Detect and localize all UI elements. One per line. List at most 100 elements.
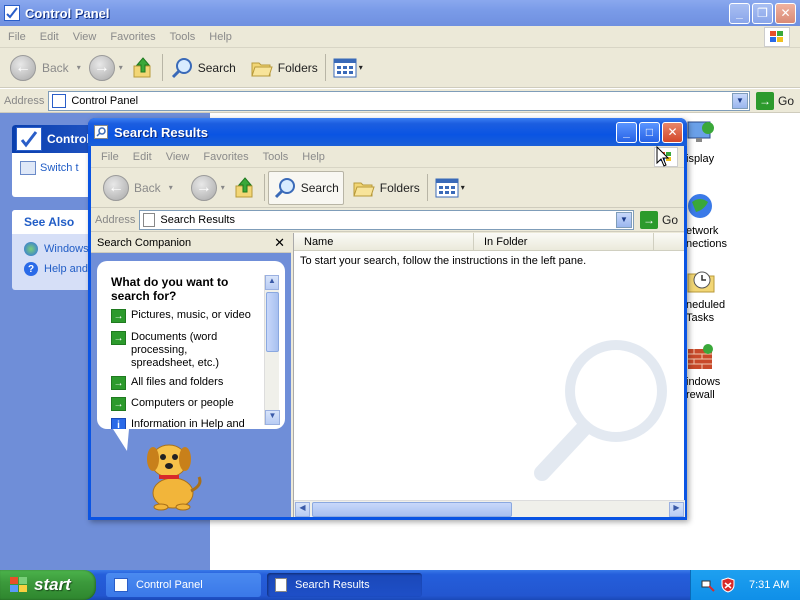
minimize-button[interactable]: _ bbox=[729, 2, 750, 24]
hscroll-thumb[interactable] bbox=[312, 502, 512, 517]
green-arrow-icon: → bbox=[111, 376, 126, 390]
control-panel-item-firewall[interactable]: indows rewall bbox=[686, 343, 796, 402]
up-folder-icon bbox=[133, 56, 151, 77]
up-folder-button[interactable] bbox=[229, 168, 261, 207]
search-option-help[interactable]: i Information in Help and bbox=[111, 418, 261, 429]
menu-help[interactable]: Help bbox=[302, 151, 325, 163]
menu-edit[interactable]: Edit bbox=[40, 31, 59, 43]
see-also-title: See Also bbox=[24, 215, 75, 229]
views-dropdown-icon: ▾ bbox=[460, 183, 465, 192]
clock[interactable]: 7:31 AM bbox=[749, 579, 789, 591]
views-button[interactable]: ▾ bbox=[431, 168, 469, 207]
address-label: Address bbox=[4, 94, 45, 107]
up-folder-button[interactable] bbox=[127, 48, 159, 87]
mouse-cursor-icon bbox=[656, 146, 670, 167]
bubble-tail bbox=[112, 429, 138, 451]
toolbar-separator bbox=[263, 173, 265, 202]
search-bubble: What do you want to search for? → Pictur… bbox=[97, 261, 285, 429]
search-button[interactable]: Search bbox=[166, 48, 240, 87]
back-button[interactable]: ← Back ▾ bbox=[99, 168, 177, 207]
task-control-panel[interactable]: Control Panel bbox=[106, 573, 261, 597]
forward-dropdown-icon[interactable]: ▾ bbox=[119, 63, 123, 72]
results-pane: Name In Folder To start your search, fol… bbox=[293, 233, 685, 517]
security-shield-icon[interactable] bbox=[721, 577, 735, 593]
back-arrow-icon: ← bbox=[10, 54, 36, 81]
control-panel-item-display[interactable]: isplay bbox=[686, 118, 796, 165]
column-in-folder[interactable]: In Folder bbox=[474, 233, 654, 250]
minimize-button[interactable]: _ bbox=[616, 121, 637, 143]
search-question: What do you want to search for? bbox=[111, 275, 229, 303]
go-button[interactable]: → Go bbox=[750, 89, 800, 112]
scroll-up-arrow[interactable]: ▲ bbox=[265, 275, 279, 290]
control-panel-window-icon bbox=[4, 5, 20, 21]
address-field[interactable]: Search Results ▼ bbox=[139, 209, 634, 230]
control-panel-item-network[interactable]: etwork nections bbox=[686, 192, 796, 251]
control-panel-item-scheduled-tasks[interactable]: neduled Tasks bbox=[686, 266, 796, 325]
go-button[interactable]: → Go bbox=[634, 208, 684, 231]
magnifier-watermark-icon bbox=[534, 340, 667, 481]
start-label: start bbox=[34, 575, 71, 594]
bubble-scrollbar[interactable]: ▲ ▼ bbox=[264, 275, 280, 425]
control-panel-title: Control Panel bbox=[25, 5, 110, 21]
scroll-right-arrow[interactable]: ▶ bbox=[669, 502, 684, 517]
column-name[interactable]: Name bbox=[294, 233, 474, 250]
search-option-all-files[interactable]: → All files and folders bbox=[111, 376, 261, 390]
toolbar-separator bbox=[426, 173, 428, 202]
search-icon bbox=[171, 57, 192, 78]
start-button[interactable]: start bbox=[0, 570, 96, 600]
forward-button[interactable]: → ▾ bbox=[187, 168, 229, 207]
green-arrow-icon: → bbox=[111, 309, 126, 323]
control-panel-titlebar[interactable]: Control Panel _ ❐ ✕ bbox=[0, 0, 800, 26]
search-results-titlebar[interactable]: Search Results _ □ ✕ bbox=[88, 118, 687, 146]
address-dropdown-icon[interactable]: ▼ bbox=[731, 92, 748, 109]
folders-button[interactable]: Folders bbox=[348, 168, 424, 207]
back-dropdown-icon[interactable]: ▾ bbox=[77, 63, 81, 72]
menu-edit[interactable]: Edit bbox=[133, 151, 152, 163]
address-field[interactable]: Control Panel ▼ bbox=[48, 90, 750, 111]
views-icon bbox=[435, 178, 459, 197]
menu-tools[interactable]: Tools bbox=[263, 151, 289, 163]
menu-favorites[interactable]: Favorites bbox=[203, 151, 248, 163]
menu-help[interactable]: Help bbox=[209, 31, 232, 43]
search-option-pictures[interactable]: → Pictures, music, or video bbox=[111, 309, 261, 323]
views-button[interactable]: ▾ bbox=[329, 48, 367, 87]
folders-icon bbox=[251, 62, 273, 76]
help-info-icon: i bbox=[111, 418, 126, 429]
windows-update-icon bbox=[24, 242, 38, 256]
back-dropdown-icon[interactable]: ▾ bbox=[169, 183, 173, 192]
close-companion-icon[interactable]: ✕ bbox=[274, 235, 285, 251]
system-tray: 7:31 AM bbox=[690, 570, 800, 600]
address-dropdown-icon[interactable]: ▼ bbox=[615, 211, 632, 228]
menu-file[interactable]: File bbox=[101, 151, 119, 163]
green-arrow-icon: → bbox=[111, 331, 126, 345]
task-search-results[interactable]: Search Results bbox=[267, 573, 422, 597]
control-panel-menubar: File Edit View Favorites Tools Help bbox=[0, 26, 800, 48]
control-panel-addressbar: Address Control Panel ▼ → Go bbox=[0, 89, 800, 113]
scroll-thumb[interactable] bbox=[266, 292, 279, 352]
scroll-left-arrow[interactable]: ◀ bbox=[295, 502, 310, 517]
menu-view[interactable]: View bbox=[166, 151, 190, 163]
network-tray-icon[interactable] bbox=[701, 578, 715, 592]
forward-button[interactable]: → ▾ bbox=[85, 48, 127, 87]
close-button[interactable]: ✕ bbox=[775, 2, 796, 24]
maximize-button[interactable]: □ bbox=[639, 121, 660, 143]
search-option-documents[interactable]: → Documents (word processing, spreadshee… bbox=[111, 331, 241, 370]
search-dog-icon bbox=[147, 444, 202, 511]
folders-button[interactable]: Folders bbox=[246, 48, 322, 87]
scroll-down-arrow[interactable]: ▼ bbox=[265, 410, 280, 425]
menu-tools[interactable]: Tools bbox=[170, 31, 196, 43]
search-option-computers[interactable]: → Computers or people bbox=[111, 397, 261, 411]
horizontal-scrollbar[interactable]: ◀ ▶ bbox=[294, 500, 685, 517]
close-button[interactable]: ✕ bbox=[662, 121, 683, 143]
forward-dropdown-icon[interactable]: ▾ bbox=[221, 183, 225, 192]
results-header: Name In Folder bbox=[294, 233, 684, 251]
back-button[interactable]: ← Back ▾ bbox=[6, 48, 85, 87]
menu-favorites[interactable]: Favorites bbox=[110, 31, 155, 43]
firewall-icon bbox=[688, 344, 713, 369]
menu-file[interactable]: File bbox=[8, 31, 26, 43]
address-label: Address bbox=[95, 213, 136, 226]
menu-view[interactable]: View bbox=[73, 31, 97, 43]
views-icon bbox=[333, 58, 357, 77]
search-button-active[interactable]: Search bbox=[267, 170, 344, 205]
maximize-button[interactable]: ❐ bbox=[752, 2, 773, 24]
